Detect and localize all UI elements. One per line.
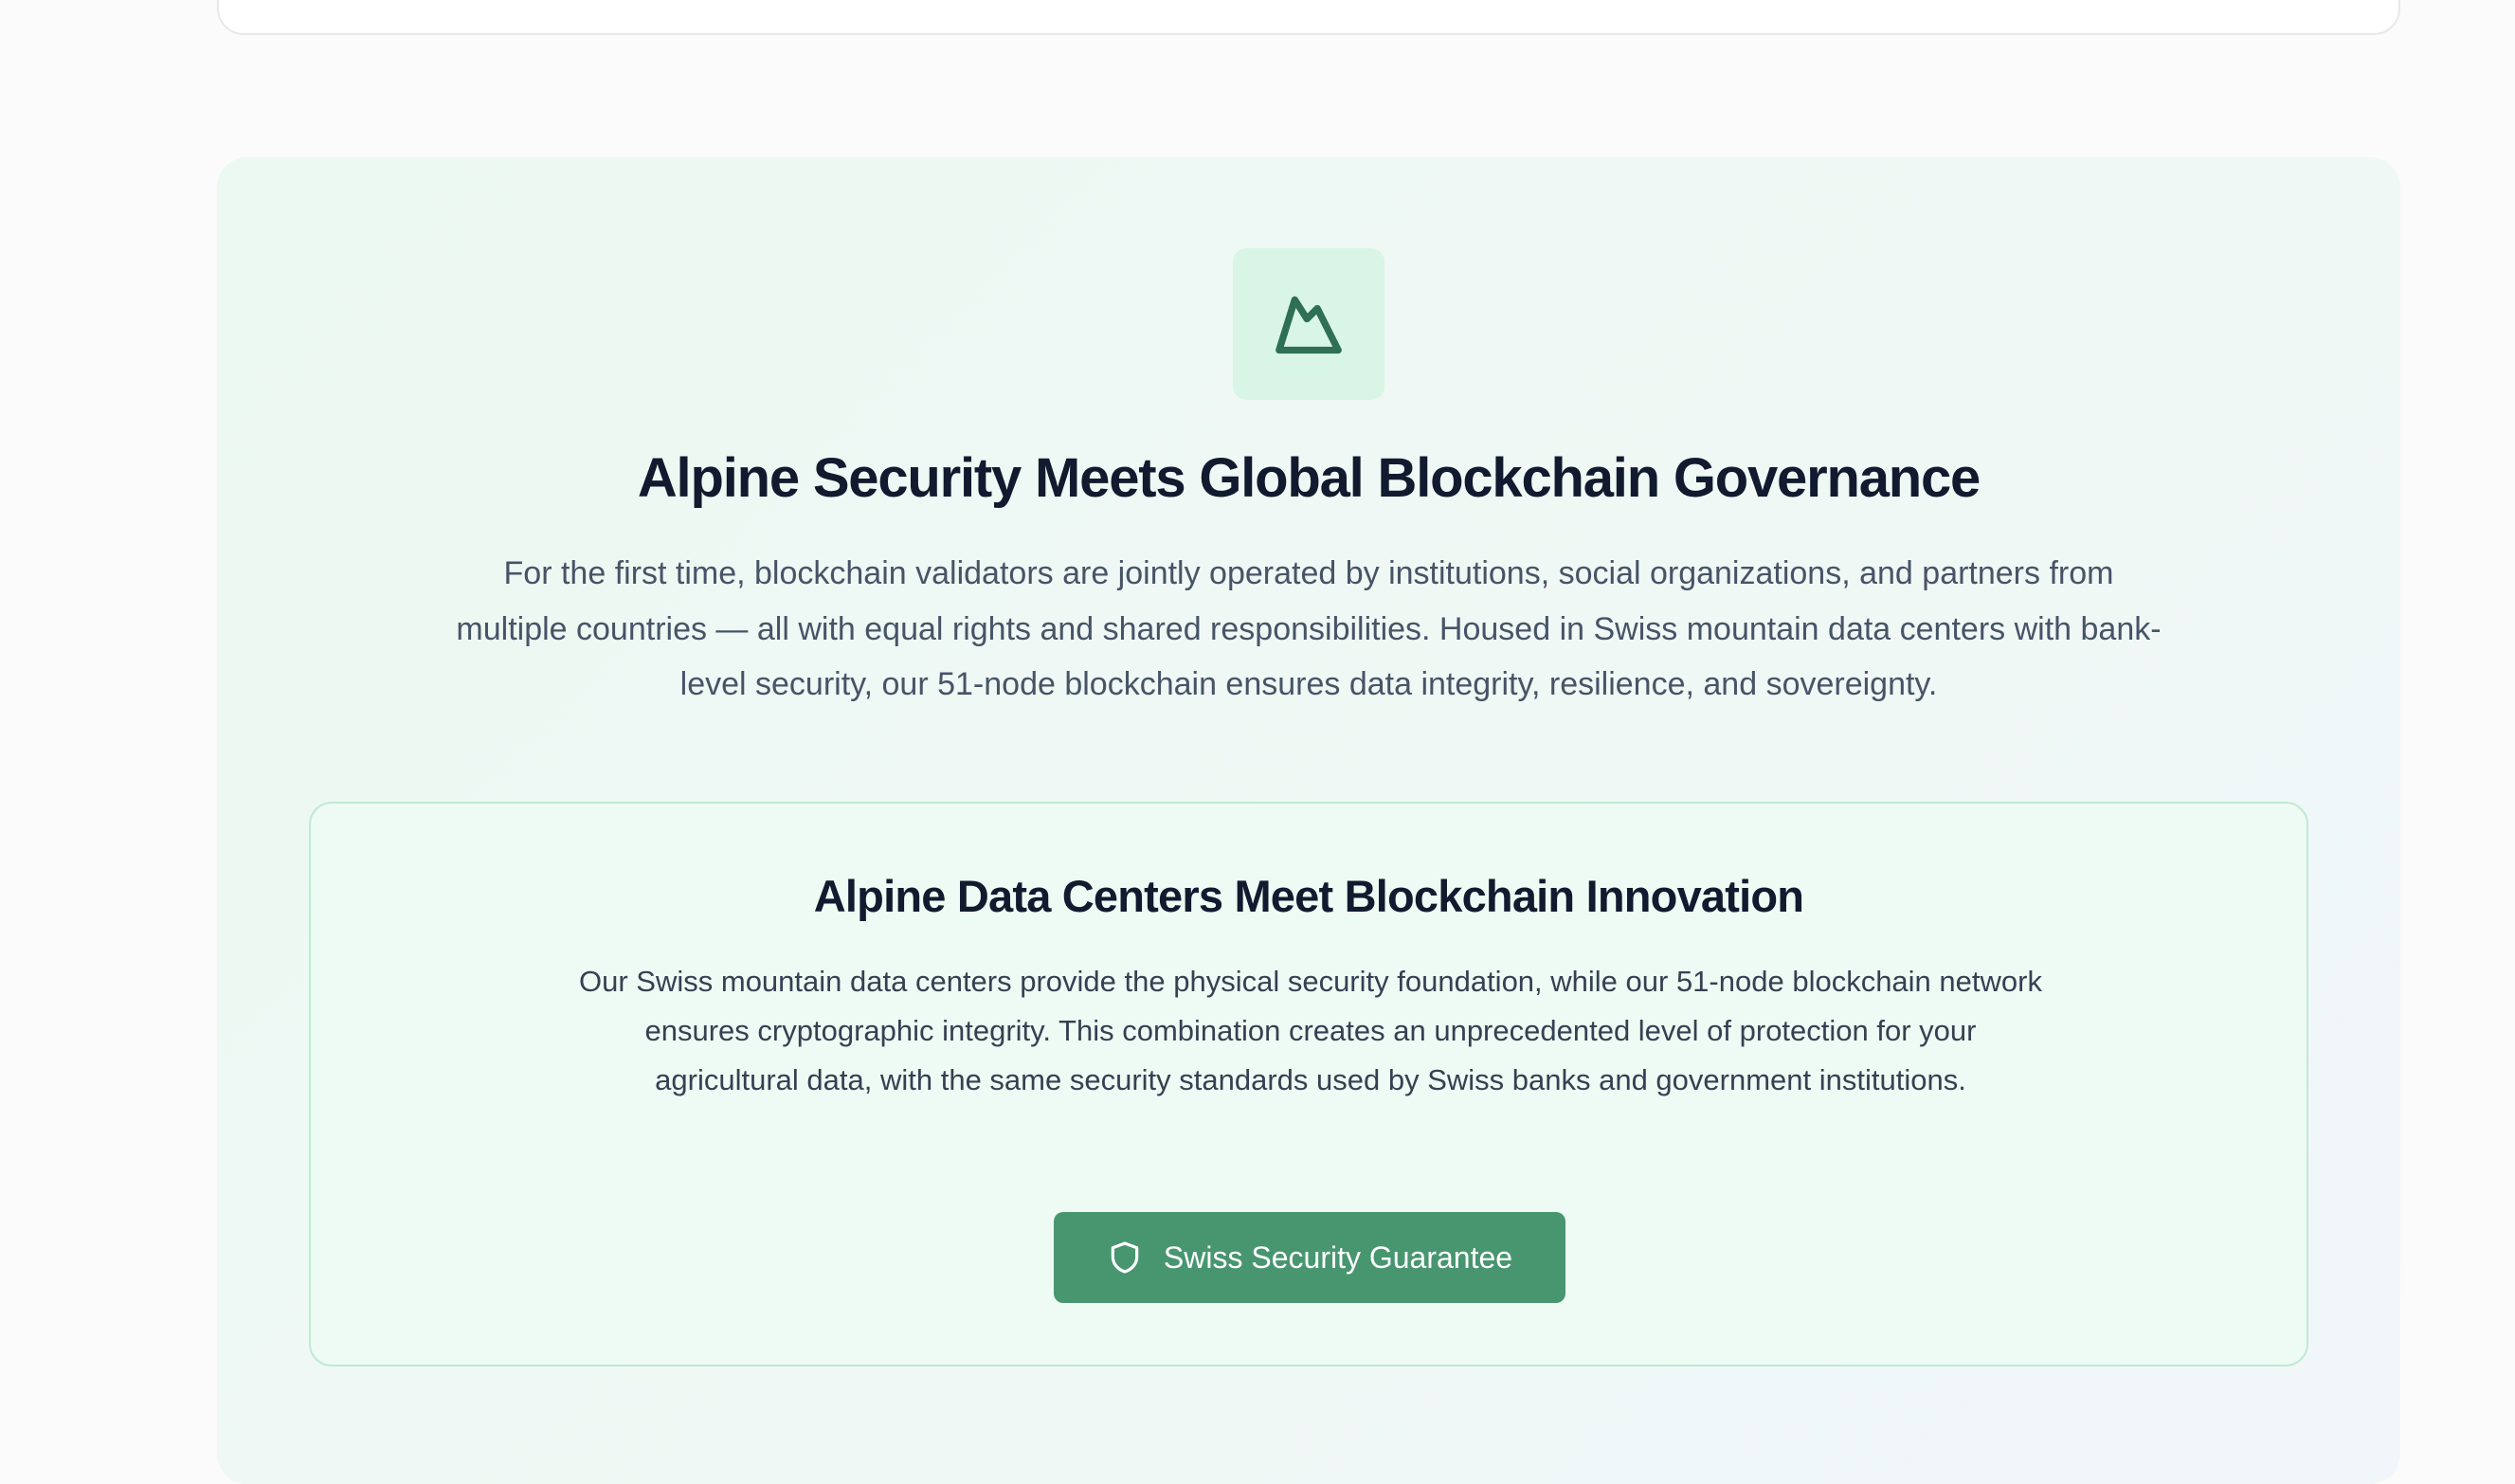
feature-card-body: Our Swiss mountain data centers provide … xyxy=(579,965,2042,1096)
previous-section-card xyxy=(217,0,2400,35)
shield-icon xyxy=(1111,1241,1139,1274)
mountain-icon-tile xyxy=(1233,248,1384,400)
swiss-security-guarantee-button[interactable]: Swiss Security Guarantee xyxy=(1054,1212,1565,1303)
section-description: For the first time, blockchain validator… xyxy=(456,555,2162,702)
section-title: Alpine Security Meets Global Blockchain … xyxy=(637,447,1981,509)
button-label: Swiss Security Guarantee xyxy=(1163,1240,1513,1275)
mountain-icon xyxy=(1276,296,1342,354)
feature-card: Alpine Data Centers Meet Blockchain Inno… xyxy=(309,802,2308,1366)
feature-card-title: Alpine Data Centers Meet Blockchain Inno… xyxy=(813,871,1804,921)
alpine-security-section: Alpine Security Meets Global Blockchain … xyxy=(217,157,2400,1484)
